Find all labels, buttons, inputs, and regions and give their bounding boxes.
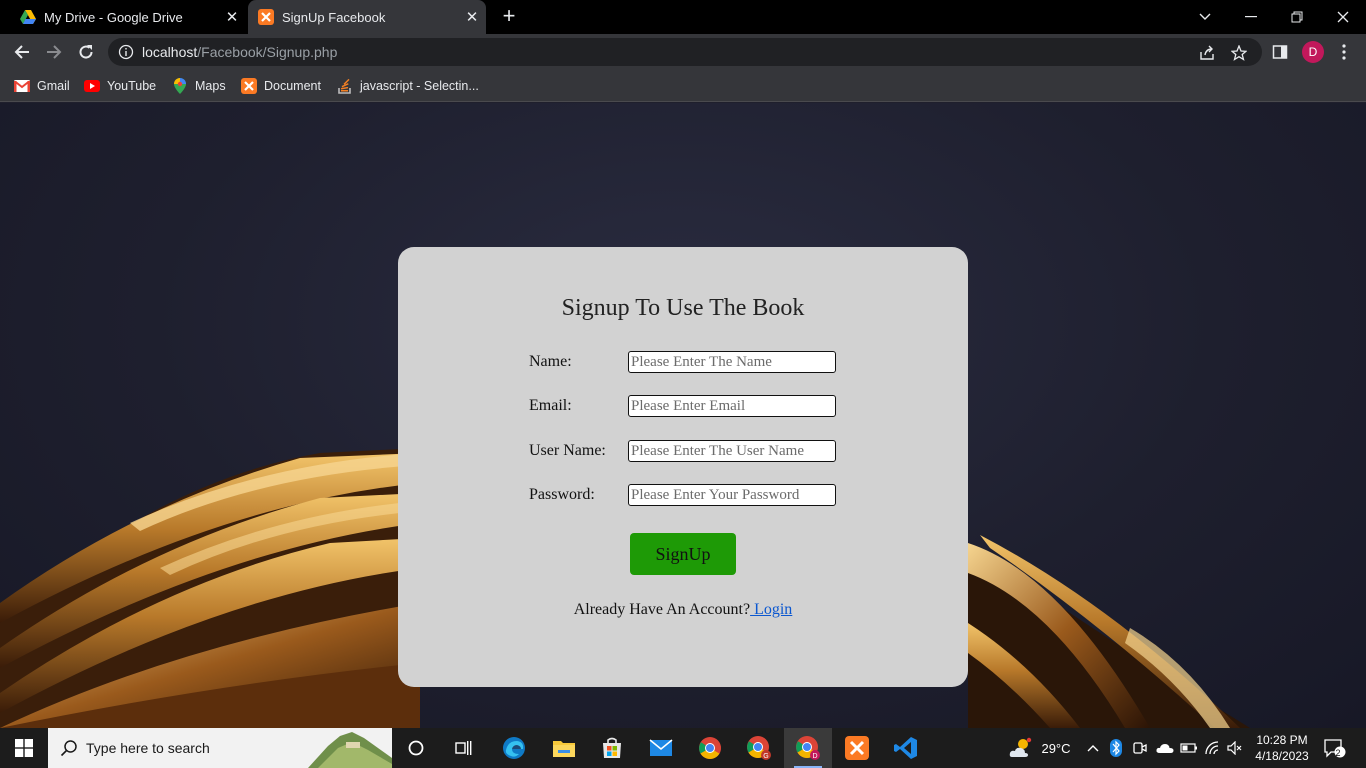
bookmark-label: Document	[264, 79, 321, 93]
speaker-muted-icon[interactable]	[1224, 728, 1246, 768]
name-row: Name:	[529, 350, 836, 374]
microsoft-store-icon[interactable]	[588, 728, 636, 768]
browser-toolbar: localhost/Facebook/Signup.php D	[0, 34, 1366, 70]
share-icon[interactable]	[1198, 44, 1216, 62]
close-window-icon[interactable]	[1320, 0, 1366, 34]
url-path: /Facebook/Signup.php	[197, 44, 338, 60]
account-prompt-text: Already Have An Account?	[573, 601, 751, 618]
file-explorer-icon[interactable]	[540, 728, 588, 768]
google-drive-icon	[20, 9, 36, 25]
username-row: User Name:	[529, 439, 836, 463]
tab-title: My Drive - Google Drive	[44, 9, 183, 25]
onedrive-cloud-icon[interactable]	[1154, 728, 1176, 768]
close-tab-icon[interactable]: ✕	[462, 7, 482, 27]
youtube-icon	[84, 78, 100, 94]
windows-start-icon[interactable]	[0, 728, 48, 768]
url-text: localhost/Facebook/Signup.php	[142, 44, 337, 60]
wifi-icon[interactable]	[1202, 728, 1224, 768]
restore-icon[interactable]	[1274, 0, 1320, 34]
svg-text:D: D	[812, 753, 817, 760]
weather-icon[interactable]	[1006, 728, 1036, 768]
bookmark-maps[interactable]: Maps	[172, 76, 226, 96]
task-view-icon[interactable]	[440, 728, 488, 768]
bookmark-label: Maps	[195, 79, 226, 93]
xampp-taskbar-icon[interactable]	[833, 728, 881, 768]
email-label: Email:	[529, 397, 572, 414]
login-prompt: Already Have An Account? Login	[398, 601, 968, 619]
clock-time: 10:28 PM	[1256, 733, 1308, 747]
bookmark-javascript[interactable]: javascript - Selectin...	[337, 76, 479, 96]
password-row: Password:	[529, 483, 836, 507]
forward-arrow-icon[interactable]	[42, 40, 66, 64]
name-input[interactable]	[628, 351, 836, 373]
tab-search-chevron-icon[interactable]	[1182, 0, 1228, 34]
back-arrow-icon[interactable]	[10, 40, 34, 64]
address-bar[interactable]: localhost/Facebook/Signup.php	[108, 38, 1262, 66]
battery-icon[interactable]	[1178, 728, 1200, 768]
tab-google-drive[interactable]: My Drive - Google Drive ✕	[0, 0, 246, 34]
bluetooth-icon[interactable]	[1106, 728, 1126, 768]
signup-button[interactable]: SignUp	[630, 533, 736, 575]
xampp-icon	[241, 78, 257, 94]
bookmark-label: javascript - Selectin...	[360, 79, 479, 93]
search-icon	[60, 740, 77, 757]
bookmark-label: Gmail	[37, 79, 70, 93]
tab-strip: My Drive - Google Drive ✕ SignUp Faceboo…	[0, 0, 1366, 34]
chrome-profile-d-icon[interactable]: D	[784, 728, 832, 768]
windows-taskbar: Type here to search G D 29°C 10:28 PM 4/…	[0, 728, 1366, 768]
site-info-icon[interactable]	[118, 44, 134, 60]
chrome-icon[interactable]	[686, 728, 734, 768]
clock-date: 4/18/2023	[1255, 749, 1309, 763]
search-placeholder: Type here to search	[86, 740, 210, 756]
taskbar-search-box[interactable]: Type here to search	[48, 728, 392, 768]
mail-icon[interactable]	[637, 728, 685, 768]
temperature-text[interactable]: 29°C	[1036, 728, 1076, 768]
xampp-icon	[258, 9, 274, 25]
page-viewport: Signup To Use The Book Name: Email: User…	[0, 103, 1366, 728]
tab-signup-facebook[interactable]: SignUp Facebook ✕	[248, 0, 486, 34]
bookmark-star-icon[interactable]	[1230, 44, 1248, 62]
edge-browser-icon[interactable]	[490, 728, 538, 768]
bookmark-youtube[interactable]: YouTube	[84, 76, 156, 96]
svg-text:G: G	[763, 753, 768, 760]
bookmark-gmail[interactable]: Gmail	[14, 76, 70, 96]
search-highlight-illustration	[308, 732, 392, 768]
email-row: Email:	[529, 394, 836, 418]
bookmark-document[interactable]: Document	[241, 76, 321, 96]
password-input[interactable]	[628, 484, 836, 506]
bookmarks-bar: Gmail YouTube Maps Document javascript -…	[0, 70, 1366, 102]
vscode-icon[interactable]	[882, 728, 930, 768]
bookmark-label: YouTube	[107, 79, 157, 93]
gmail-icon	[14, 78, 30, 94]
email-input[interactable]	[628, 395, 836, 417]
taskbar-clock[interactable]: 10:28 PM 4/18/2023	[1244, 732, 1320, 764]
profile-avatar[interactable]: D	[1302, 41, 1324, 63]
menu-kebab-icon[interactable]	[1334, 42, 1354, 62]
chevron-up-icon[interactable]	[1084, 728, 1102, 768]
maps-icon	[172, 78, 188, 94]
chrome-profile-g-icon[interactable]: G	[735, 728, 783, 768]
side-panel-icon[interactable]	[1270, 42, 1290, 62]
url-host: localhost	[142, 44, 198, 60]
tab-title: SignUp Facebook	[282, 9, 386, 25]
username-label: User Name:	[529, 442, 606, 459]
notification-count-badge: 2	[1335, 748, 1341, 758]
signup-title: Signup To Use The Book	[561, 295, 805, 321]
close-tab-icon[interactable]: ✕	[222, 7, 242, 27]
login-link[interactable]: Login	[750, 601, 792, 618]
minimize-icon[interactable]	[1228, 0, 1274, 34]
meet-now-icon[interactable]	[1130, 728, 1150, 768]
password-label: Password:	[529, 486, 595, 503]
stackoverflow-icon	[337, 78, 353, 94]
username-input[interactable]	[628, 440, 836, 462]
cortana-circle-icon[interactable]	[392, 728, 440, 768]
new-tab-plus-icon[interactable]: +	[498, 5, 520, 28]
signup-card: Signup To Use The Book Name: Email: User…	[398, 247, 968, 687]
reload-icon[interactable]	[74, 40, 98, 64]
name-label: Name:	[529, 353, 572, 370]
